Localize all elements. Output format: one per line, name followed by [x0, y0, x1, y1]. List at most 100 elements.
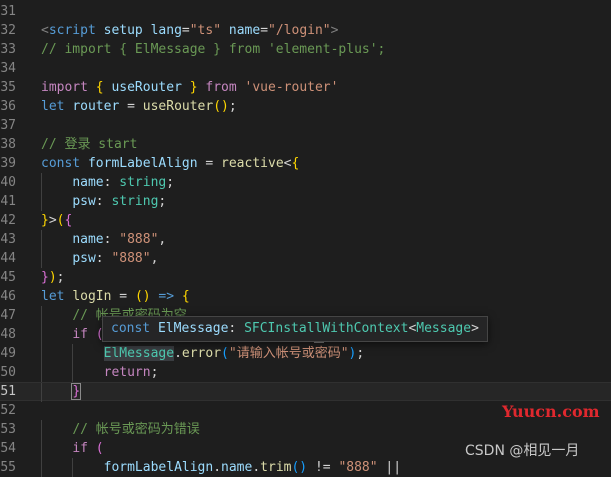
code-line[interactable]: 38 // 登录 start	[0, 135, 611, 154]
code-text: }	[41, 383, 82, 400]
code-text: psw: string;	[41, 192, 166, 211]
line-number: 50	[0, 365, 16, 380]
line-number: 31	[0, 4, 16, 19]
line-number: 48	[0, 327, 16, 342]
code-line[interactable]: 41 psw: string;	[0, 192, 611, 211]
line-number: 52	[0, 403, 16, 418]
code-token: )	[48, 270, 57, 285]
code-token: ,	[158, 232, 167, 247]
code-token: string	[119, 175, 167, 190]
csdn-watermark: CSDN @相见一月	[465, 443, 580, 459]
code-token: "/login"	[268, 23, 331, 38]
code-token: useRouter	[111, 80, 182, 95]
line-number: 51	[0, 384, 16, 399]
code-token: ;	[228, 99, 237, 114]
code-token: >	[48, 213, 57, 228]
line-number: 34	[0, 61, 16, 76]
code-text: let router = useRouter();	[41, 97, 237, 116]
line-number: 41	[0, 194, 16, 209]
code-token: =>	[158, 289, 175, 304]
code-line[interactable]: 46 let logIn = () => {	[0, 287, 611, 306]
code-line[interactable]: 53 // 帐号或密码为错误	[0, 420, 611, 439]
code-token: =	[260, 23, 269, 38]
code-line[interactable]: 36 let router = useRouter();	[0, 97, 611, 116]
code-token: <	[41, 23, 49, 38]
code-line[interactable]: 33 // import { ElMessage } from 'element-…	[0, 40, 611, 59]
code-token: =	[197, 156, 222, 171]
code-line[interactable]: 37	[0, 116, 611, 135]
code-text: name: string;	[41, 173, 174, 192]
code-token: // 登录 start	[41, 137, 138, 152]
code-line[interactable]: 40 name: string;	[0, 173, 611, 192]
code-token: Message	[416, 321, 472, 336]
code-line[interactable]: 43 name: "888",	[0, 230, 611, 249]
code-token: .	[174, 346, 182, 361]
code-text: // 登录 start	[41, 135, 137, 154]
code-token: error	[181, 346, 222, 361]
code-token: lang	[150, 23, 182, 38]
code-token: router	[72, 99, 120, 114]
code-token: ElMessage	[157, 321, 229, 336]
code-text: if (	[41, 439, 104, 458]
code-line[interactable]: 45});	[0, 268, 611, 287]
code-line[interactable]: 31	[0, 2, 611, 21]
code-token: {	[64, 213, 73, 228]
code-token: name	[72, 232, 104, 247]
code-line[interactable]: 49 ElMessage.error("请输入帐号或密码");	[0, 344, 611, 363]
code-text: name: "888",	[41, 230, 166, 249]
code-token: "ts"	[189, 23, 222, 38]
code-token: useRouter	[142, 99, 214, 114]
code-line[interactable]: 34	[0, 59, 611, 78]
code-token: SFCInstallWithContext	[244, 321, 409, 336]
code-line[interactable]: 35 import { useRouter } from 'vue-router'	[0, 78, 611, 97]
code-line[interactable]: 42}>({	[0, 211, 611, 230]
code-line[interactable]: 39 const formLabelAlign = reactive<{	[0, 154, 611, 173]
line-number: 39	[0, 156, 16, 171]
code-token: ,	[150, 251, 159, 266]
code-line[interactable]: 51 }	[0, 382, 611, 402]
line-number: 38	[0, 137, 16, 152]
code-token: ElMessage	[103, 346, 175, 361]
code-token: :	[103, 232, 120, 247]
line-number: 45	[0, 270, 16, 285]
code-text: const formLabelAlign = reactive<{	[41, 154, 299, 173]
code-token: ;	[56, 270, 65, 285]
line-number: 42	[0, 213, 16, 228]
code-token: 'vue-router'	[244, 80, 339, 95]
line-number: 40	[0, 175, 16, 190]
code-token: {	[291, 156, 300, 171]
line-number: 43	[0, 232, 16, 247]
code-token: (	[95, 441, 104, 456]
code-line[interactable]: 32 <script setup lang="ts" name="/login">	[0, 21, 611, 40]
code-token: const	[111, 321, 151, 336]
line-number: 32	[0, 23, 16, 38]
code-token: }	[41, 213, 49, 228]
code-token: }	[71, 383, 82, 400]
code-token: if	[72, 441, 88, 456]
site-watermark: Yuucn.com	[502, 402, 600, 421]
line-number: 35	[0, 80, 16, 95]
code-text: ElMessage.error("请输入帐号或密码");	[41, 344, 364, 363]
code-token: :	[103, 175, 120, 190]
code-text: });	[41, 268, 64, 287]
code-line[interactable]: 44 psw: "888",	[0, 249, 611, 268]
code-token: // import { ElMessage } from 'element-pl…	[41, 42, 386, 57]
line-number: 49	[0, 346, 16, 361]
code-token: ()	[134, 289, 151, 304]
code-line[interactable]: 50 return;	[0, 363, 611, 382]
code-editor[interactable]: 31 32 <script setup lang="ts" name="/login…	[0, 0, 611, 477]
